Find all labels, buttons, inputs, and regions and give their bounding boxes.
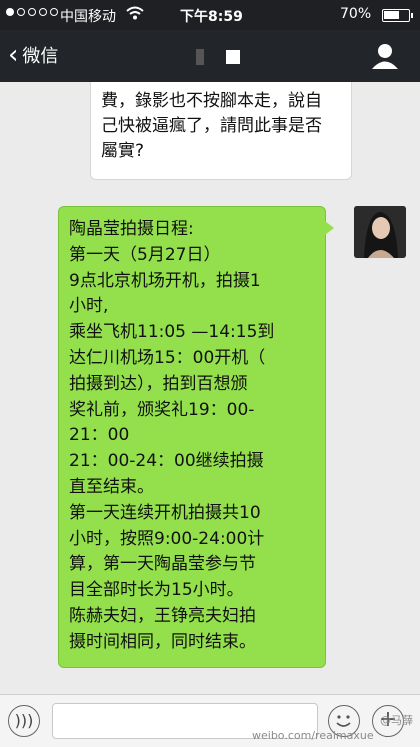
- message-line: 第一天（5月27日）: [69, 244, 221, 265]
- signal-strength-icon: [6, 8, 58, 16]
- message-line: 陶晶莹拍摄日程:: [69, 219, 194, 239]
- message-line: 小时,: [69, 296, 109, 317]
- battery-percentage: 70%: [340, 6, 372, 22]
- carrier-name: 中国移动: [60, 9, 116, 25]
- watermark-handle: @马薛: [380, 714, 413, 727]
- message-line: 算，第一天陶晶莹参与节: [69, 554, 256, 575]
- back-label: 微信: [22, 46, 59, 67]
- chat-area[interactable]: 費，錄影也不按腳本走，說自己快被逼瘋了，請問此事是否屬實? 陶晶莹拍摄日程: 第一…: [0, 82, 420, 694]
- incoming-message-bubble[interactable]: 費，錄影也不按腳本走，說自己快被逼瘋了，請問此事是否屬實?: [90, 82, 352, 180]
- status-bar: 中国移动 下午8:59 70%: [0, 0, 420, 30]
- message-line: 陈赫夫妇，王铮亮夫妇拍: [69, 605, 256, 626]
- watermark: weibo.com/realmaxue: [252, 729, 374, 742]
- message-line: 目全部时长为15小时。: [69, 580, 244, 601]
- contact-profile-button[interactable]: [370, 42, 400, 70]
- message-line: 9点北京机场开机，拍摄1: [69, 270, 261, 291]
- message-line: 乘坐飞机11:05 —14:15到: [69, 322, 275, 343]
- message-line: 奖礼前，颁奖礼19：00-: [69, 399, 255, 420]
- message-line: 直至结束。: [69, 476, 154, 497]
- back-button[interactable]: ‹ 微信: [8, 42, 58, 68]
- message-line: 小时，按照9:00-24:00计: [69, 528, 265, 549]
- sound-wave-icon: ))): [14, 711, 34, 730]
- wifi-icon: [126, 4, 144, 26]
- clock: 下午8:59: [180, 9, 243, 25]
- sender-avatar[interactable]: [354, 206, 406, 258]
- chat-title: [196, 46, 240, 65]
- message-line: 第一天连续开机拍摄共10: [69, 502, 261, 523]
- person-icon: [372, 44, 398, 69]
- message-text: 費，錄影也不按腳本走，說自己快被逼瘋了，請問此事是否屬實?: [101, 91, 322, 161]
- message-line: 21：00-24：00继续拍摄: [69, 451, 264, 472]
- outgoing-message-bubble[interactable]: 陶晶莹拍摄日程: 第一天（5月27日） 9点北京机场开机，拍摄1 小时, 乘坐飞机11:…: [58, 206, 334, 668]
- voice-input-button[interactable]: ))): [8, 705, 40, 737]
- chevron-left-icon: ‹: [8, 40, 19, 70]
- battery-icon: [382, 9, 413, 22]
- message-line: 拍摄到达），拍到百想颁: [69, 373, 248, 394]
- message-line: 达仁川机场15：00开机（: [69, 347, 266, 368]
- nav-bar: ‹ 微信: [0, 30, 420, 82]
- message-line: 21：00: [69, 425, 130, 446]
- redacted-name-block: [226, 49, 240, 64]
- message-line: 摄时间相同，同时结束。: [69, 631, 256, 652]
- redacted-name-block: [196, 48, 204, 65]
